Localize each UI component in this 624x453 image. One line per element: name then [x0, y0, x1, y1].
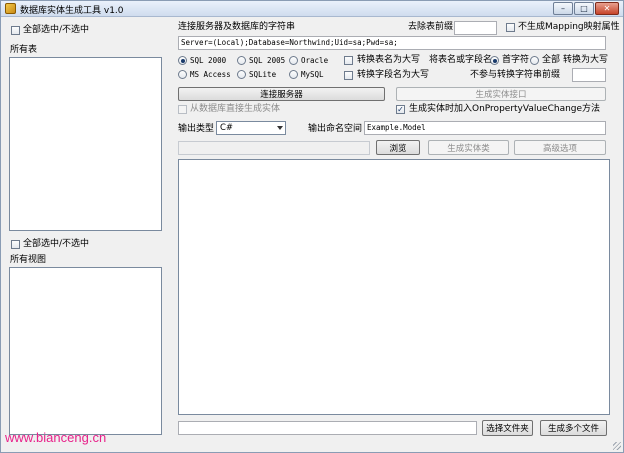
- radio-ms-access[interactable]: [178, 70, 187, 79]
- resize-grip[interactable]: [613, 442, 621, 450]
- convert-label: 将表名或字段名: [429, 55, 493, 65]
- table-upper-label: 转换表名为大写: [357, 55, 421, 65]
- to-upper-label: 转换为大写: [563, 55, 609, 65]
- output-type-select[interactable]: C#: [216, 121, 286, 135]
- progress-bar: [178, 141, 370, 155]
- property-change-checkbox[interactable]: ✓: [396, 105, 405, 114]
- no-mapping-label: 不生成Mapping映射属性: [518, 22, 620, 32]
- views-select-all-checkbox[interactable]: [11, 240, 20, 249]
- select-folder-button[interactable]: 选择文件夹: [482, 420, 533, 436]
- advanced-options-button[interactable]: 高级选项: [514, 140, 606, 155]
- views-label: 所有视图: [10, 255, 47, 265]
- minimize-button[interactable]: –: [553, 2, 573, 15]
- app-icon: [5, 3, 16, 14]
- radio-oracle[interactable]: [289, 56, 298, 65]
- chevron-down-icon: [277, 126, 283, 130]
- namespace-input[interactable]: Example.Model: [364, 121, 606, 135]
- table-upper-checkbox[interactable]: [344, 56, 353, 65]
- direct-gen-label: 从数据库直接生成实体: [190, 104, 281, 114]
- property-change-label: 生成实体时加入OnPropertyValueChange方法: [409, 104, 601, 114]
- app-window: 数据库实体生成工具 v1.0 – □ ✕ 全部选中/不选中 所有表 全部选中/不…: [0, 0, 624, 453]
- title-bar[interactable]: 数据库实体生成工具 v1.0 – □ ✕: [1, 1, 623, 17]
- folder-path-input[interactable]: [178, 421, 477, 435]
- field-upper-label: 转换字段名为大写: [357, 70, 430, 80]
- gen-multiple-files-button[interactable]: 生成多个文件: [540, 420, 607, 436]
- gen-interface-button[interactable]: 生成实体接口: [396, 87, 606, 101]
- tables-select-all-label: 全部选中/不选中: [23, 25, 90, 35]
- namespace-label: 输出命名空间: [308, 124, 363, 134]
- output-type-label: 输出类型: [178, 124, 215, 134]
- radio-all[interactable]: [530, 56, 539, 65]
- remove-prefix-input[interactable]: [454, 21, 497, 35]
- browse-button[interactable]: 浏览: [376, 140, 420, 155]
- radio-sqlite[interactable]: [237, 70, 246, 79]
- output-type-value: C#: [220, 123, 234, 133]
- no-mapping-checkbox[interactable]: [506, 23, 515, 32]
- radio-mysql-label: MySQL: [301, 70, 324, 79]
- remove-prefix-label: 去除表前缀: [408, 22, 454, 32]
- radio-sql2000[interactable]: [178, 56, 187, 65]
- exclude-prefix-input[interactable]: [572, 68, 606, 82]
- tables-list[interactable]: [9, 57, 162, 231]
- radio-oracle-label: Oracle: [301, 56, 329, 65]
- radio-sql2005[interactable]: [237, 56, 246, 65]
- all-label: 全部: [542, 55, 561, 65]
- views-list[interactable]: [9, 267, 162, 435]
- radio-first-char[interactable]: [490, 56, 499, 65]
- code-output-area[interactable]: [178, 159, 610, 415]
- watermark: www.bianceng.cn: [5, 430, 107, 445]
- connect-server-button[interactable]: 连接服务器: [178, 87, 385, 101]
- radio-ms-access-label: MS Access: [190, 70, 231, 79]
- radio-mysql[interactable]: [289, 70, 298, 79]
- connection-string-input[interactable]: Server=(Local);Database=Northwind;Uid=sa…: [178, 36, 606, 50]
- radio-sql2005-label: SQL 2005: [249, 56, 286, 65]
- field-upper-checkbox[interactable]: [344, 71, 353, 80]
- radio-sqlite-label: SQLite: [249, 70, 277, 79]
- window-title: 数据库实体生成工具 v1.0: [20, 6, 124, 16]
- tables-select-all-checkbox[interactable]: [11, 26, 20, 35]
- radio-sql2000-label: SQL 2000: [190, 56, 227, 65]
- first-char-label: 首字符: [502, 55, 530, 65]
- views-select-all-label: 全部选中/不选中: [23, 239, 90, 249]
- connection-string-label: 连接服务器及数据库的字符串: [178, 22, 296, 32]
- maximize-button[interactable]: □: [574, 2, 594, 15]
- gen-entity-button[interactable]: 生成实体类: [428, 140, 509, 155]
- tables-label: 所有表: [10, 45, 38, 55]
- direct-gen-checkbox[interactable]: [178, 105, 187, 114]
- exclude-prefix-label: 不参与转换字符串前缀: [470, 70, 561, 80]
- close-button[interactable]: ✕: [595, 2, 619, 15]
